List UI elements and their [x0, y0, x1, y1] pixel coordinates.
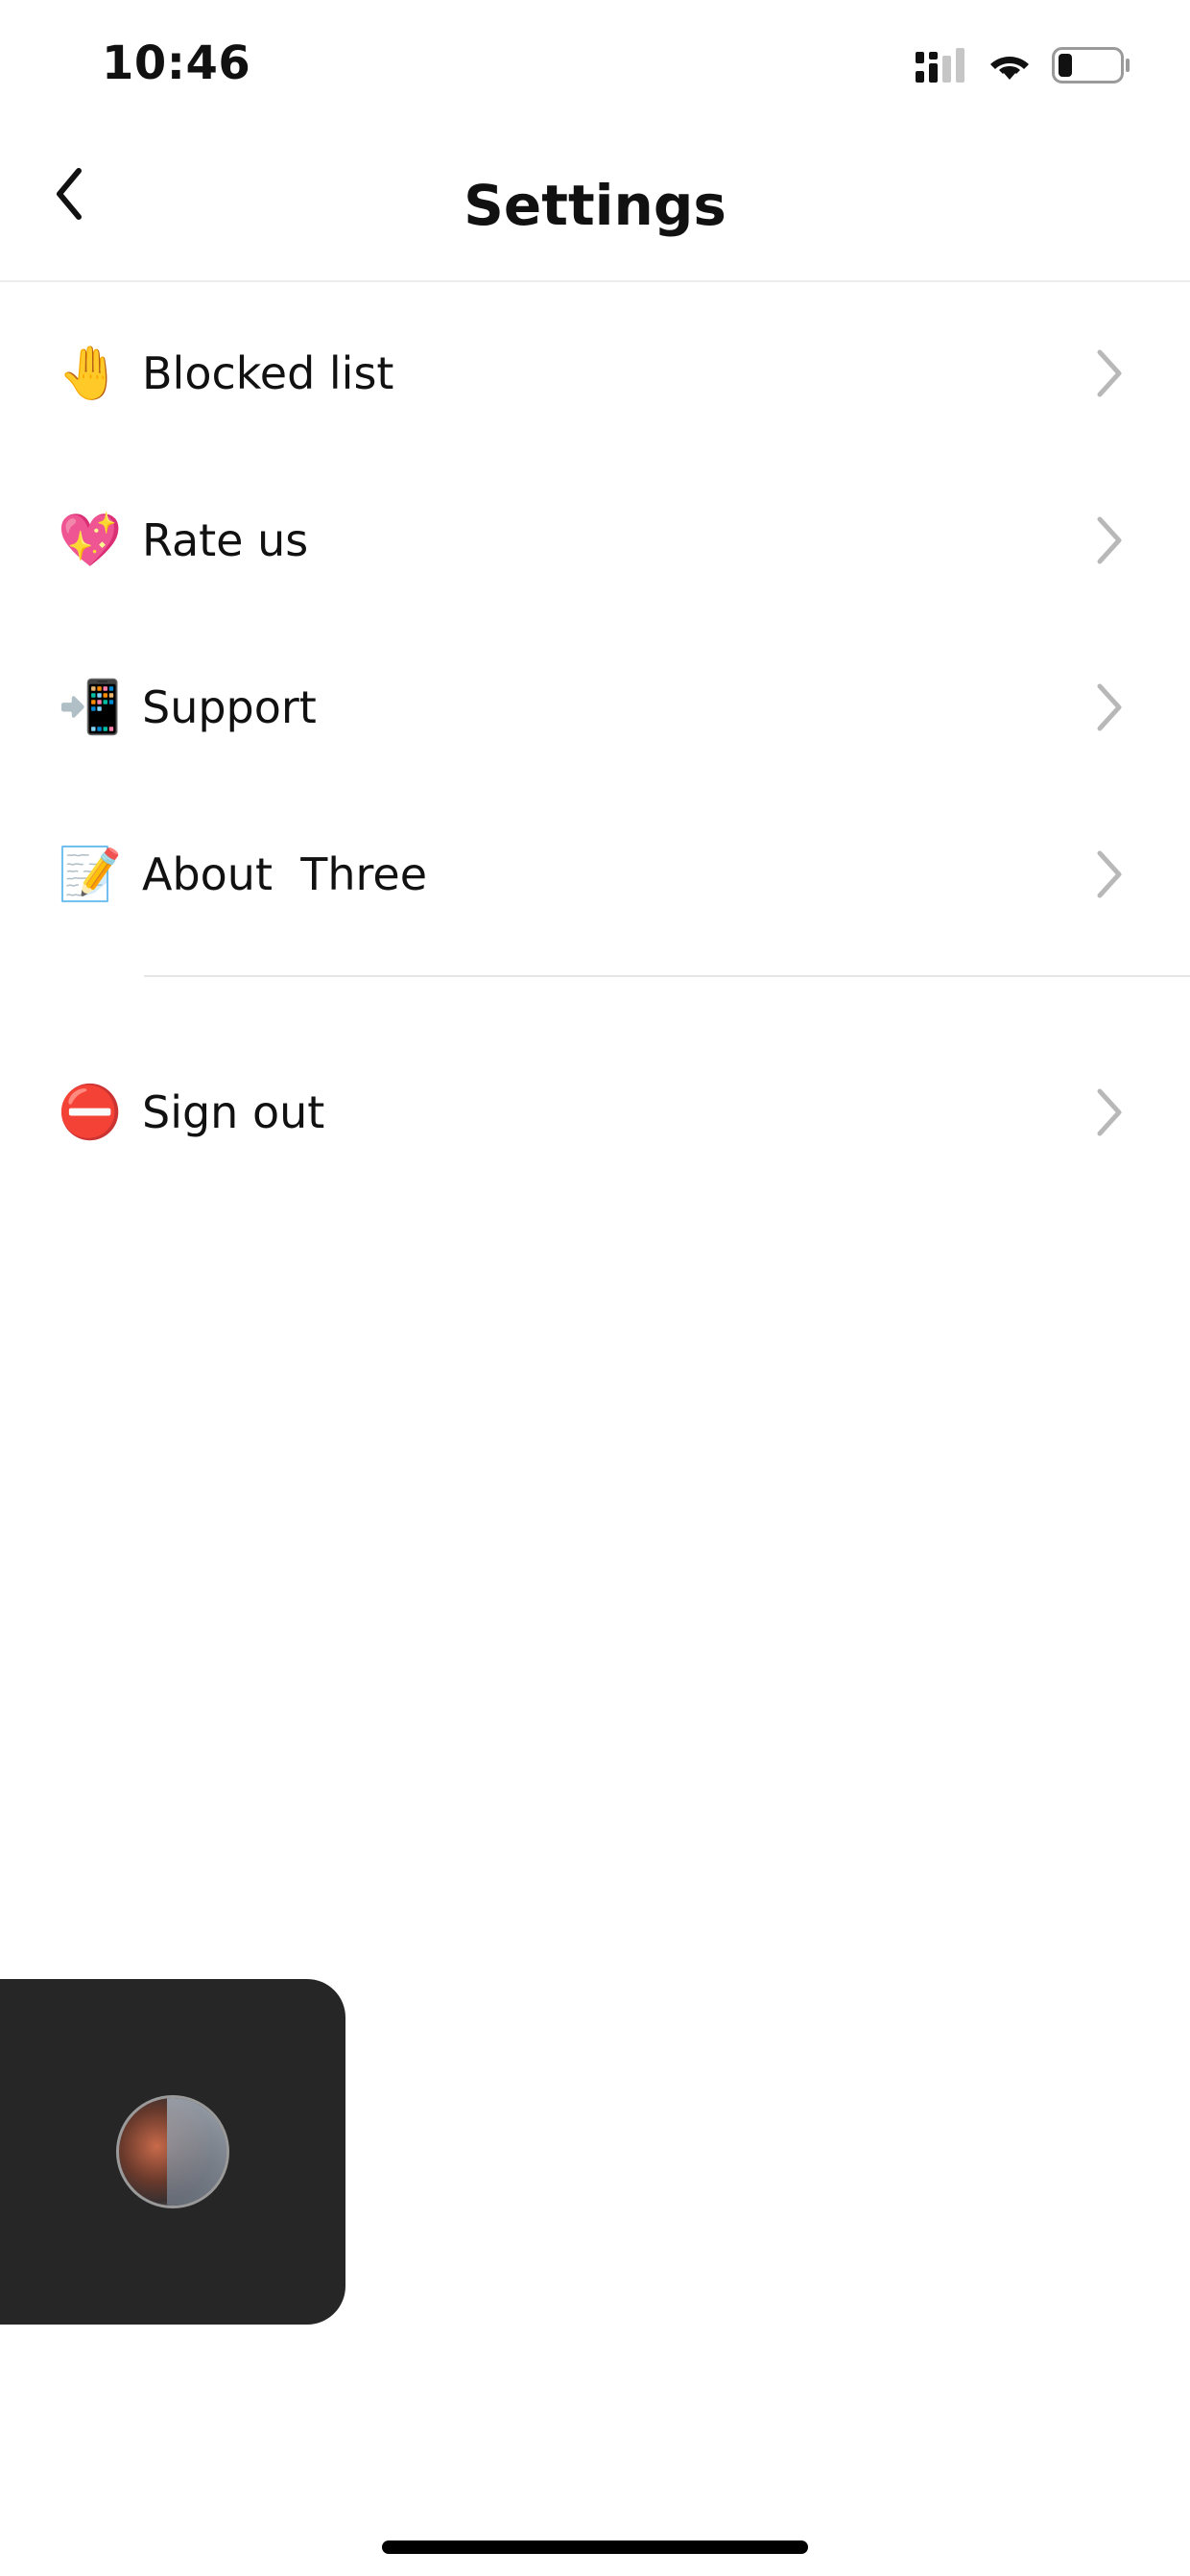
settings-list: 🤚 Blocked list 💖 Rate us 📲 Support 📝 Abo…: [0, 290, 1190, 1196]
avatar[interactable]: [116, 2095, 229, 2208]
page-title: Settings: [464, 173, 726, 238]
settings-item-sign-out[interactable]: ⛔ Sign out: [0, 1029, 1190, 1196]
chevron-right-icon: [1097, 683, 1122, 731]
mobile-phone-arrow-icon: 📲: [58, 677, 123, 737]
settings-item-label: Blocked list: [142, 347, 394, 399]
floating-mini-player[interactable]: [0, 1979, 345, 2325]
wifi-icon: [990, 57, 1029, 80]
section-divider: [144, 975, 1190, 977]
chevron-right-icon: [1097, 516, 1122, 564]
avatar-image: [167, 2098, 226, 2206]
settings-item-about[interactable]: 📝 About Three: [0, 791, 1190, 958]
chevron-right-icon: [1097, 349, 1122, 397]
sign-out-label: Sign out: [142, 1086, 325, 1138]
sparkling-heart-icon: 💖: [58, 510, 123, 570]
cellular-signal-icon: [916, 48, 964, 83]
memo-icon: 📝: [58, 844, 123, 904]
status-icons: [916, 44, 1130, 86]
battery-icon: [1052, 47, 1130, 83]
no-entry-icon: ⛔: [58, 1082, 123, 1142]
status-bar: 10:46: [0, 0, 1190, 134]
navigation-header: Settings: [0, 134, 1190, 282]
settings-item-label: Support: [142, 681, 317, 733]
settings-item-blocked-list[interactable]: 🤚 Blocked list: [0, 290, 1190, 457]
settings-item-label: Rate us: [142, 514, 309, 566]
raised-hand-icon: 🤚: [58, 343, 123, 403]
chevron-right-icon: [1097, 1088, 1122, 1136]
status-time: 10:46: [102, 36, 251, 90]
settings-item-support[interactable]: 📲 Support: [0, 624, 1190, 791]
chevron-right-icon: [1097, 850, 1122, 898]
settings-item-label: About Three: [142, 848, 428, 900]
home-indicator[interactable]: [382, 2540, 808, 2554]
settings-item-rate-us[interactable]: 💖 Rate us: [0, 457, 1190, 624]
